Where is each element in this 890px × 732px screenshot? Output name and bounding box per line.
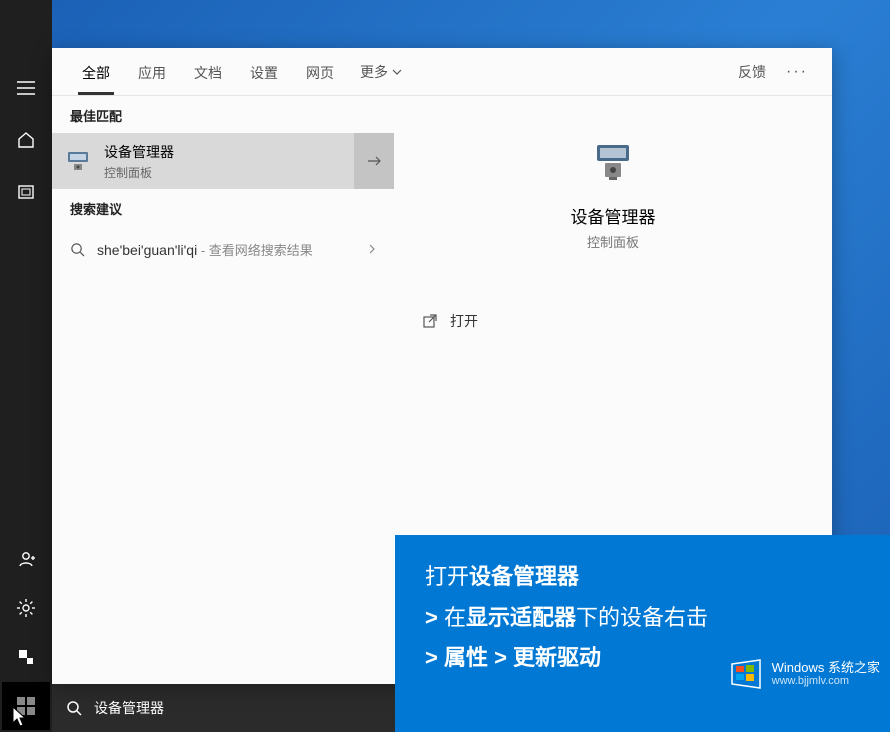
search-icon — [70, 242, 85, 257]
tab-apps[interactable]: 应用 — [124, 49, 180, 95]
search-icon — [66, 700, 82, 716]
best-match-subtitle: 控制面板 — [104, 164, 354, 181]
settings-gear-icon[interactable] — [2, 584, 50, 632]
detail-subtitle: 控制面板 — [587, 232, 639, 251]
results-list: 最佳匹配 设备管理器 控制面板 搜索建议 she'bei — [52, 96, 394, 684]
hamburger-menu-button[interactable] — [2, 64, 50, 112]
device-manager-large-icon — [587, 141, 639, 189]
tab-settings[interactable]: 设置 — [236, 49, 292, 95]
home-icon[interactable] — [2, 116, 50, 164]
start-sidebar — [0, 0, 52, 732]
tutorial-overlay: 打开设备管理器 > 在显示适配器下的设备右击 > 属性 > 更新驱动 — [395, 535, 890, 732]
windows-logo-icon — [728, 658, 764, 690]
open-action[interactable]: 打开 — [394, 303, 832, 339]
overlay-line-1: 打开设备管理器 — [425, 557, 860, 598]
tab-documents[interactable]: 文档 — [180, 49, 236, 95]
tab-more[interactable]: 更多 — [348, 48, 414, 96]
expand-arrow-button[interactable] — [354, 133, 394, 189]
device-manager-icon — [52, 147, 104, 175]
suggestion-text: she'bei'guan'li'qi - 查看网络搜索结果 — [97, 240, 356, 259]
watermark-url: www.bjjmlv.com — [772, 675, 880, 688]
best-match-header: 最佳匹配 — [52, 96, 394, 133]
overlay-line-2: > 在显示适配器下的设备右击 — [425, 598, 860, 639]
watermark: Windows 系统之家 www.bjjmlv.com — [728, 658, 880, 690]
user-icon[interactable] — [2, 535, 50, 583]
chevron-down-icon — [392, 69, 402, 75]
web-suggestion-item[interactable]: she'bei'guan'li'qi - 查看网络搜索结果 — [52, 226, 394, 272]
search-input[interactable] — [94, 700, 381, 716]
suggestions-header: 搜索建议 — [52, 189, 394, 226]
search-filter-tabs: 全部 应用 文档 设置 网页 更多 反馈 ··· — [52, 48, 832, 96]
timeline-icon[interactable] — [2, 168, 50, 216]
detail-title: 设备管理器 — [571, 203, 656, 228]
best-match-item[interactable]: 设备管理器 控制面板 — [52, 133, 394, 189]
mouse-cursor-icon — [12, 706, 28, 728]
tab-all[interactable]: 全部 — [68, 49, 124, 95]
open-label: 打开 — [450, 311, 478, 331]
open-icon — [422, 313, 438, 329]
best-match-title: 设备管理器 — [104, 142, 354, 162]
watermark-text: Windows 系统之家 — [772, 660, 880, 676]
notes-icon[interactable] — [2, 633, 50, 681]
tab-more-label: 更多 — [360, 62, 388, 82]
more-options-button[interactable]: ··· — [778, 49, 816, 95]
taskbar-search-box[interactable] — [52, 684, 395, 732]
tab-web[interactable]: 网页 — [292, 49, 348, 95]
chevron-right-icon — [368, 243, 376, 255]
feedback-button[interactable]: 反馈 — [726, 48, 778, 96]
